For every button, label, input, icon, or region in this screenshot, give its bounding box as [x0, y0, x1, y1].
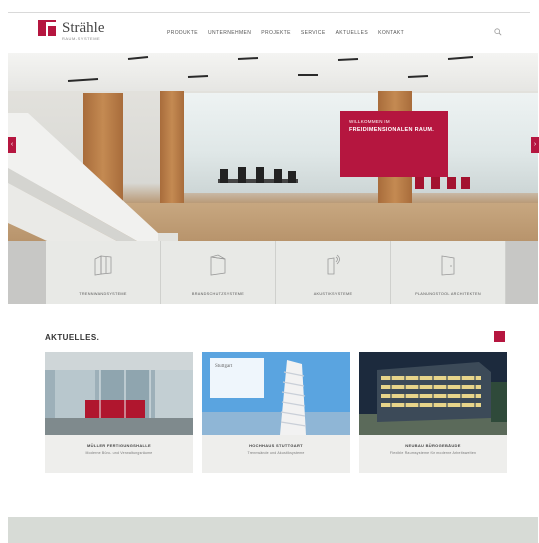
fire-door-icon	[210, 254, 226, 276]
search-icon[interactable]	[494, 28, 502, 36]
tile-akustiksysteme[interactable]: AKUSTIKSYSTEME	[276, 241, 391, 304]
hero-caption-line-2: FREIDIMENSIONALEN RAUM.	[349, 127, 435, 133]
hero-slider: WILLKOMMEN IM FREIDIMENSIONALEN RAUM.	[8, 53, 538, 241]
tile-brandschutzsysteme[interactable]: BRANDSCHUTZSYSTEME	[161, 241, 276, 304]
tile-label: AKUSTIKSYSTEME	[313, 292, 353, 296]
hero-caption-line-1: WILLKOMMEN IM	[349, 119, 390, 124]
nav-item-aktuelles[interactable]: AKTUELLES	[336, 30, 369, 36]
logo-mark-icon	[38, 20, 58, 38]
partition-wall-icon	[94, 255, 112, 276]
acoustic-panel-icon	[327, 254, 340, 275]
news-card[interactable]: NEUBAU BÜROGEBÄUDE Flexible Raumsysteme …	[359, 352, 507, 473]
news-card-overlay-text: Stuttgart	[215, 364, 233, 369]
brand-tagline: RAUM-SYSTEME	[62, 36, 101, 41]
nav-item-projekte[interactable]: PROJEKTE	[261, 30, 291, 36]
tile-trennwandsysteme[interactable]: TRENNWANDSYSTEME	[46, 241, 161, 304]
news-section-title: AKTUELLES.	[45, 333, 100, 342]
staircase	[8, 113, 178, 241]
tile-label: TRENNWANDSYSTEME	[79, 292, 127, 296]
news-card-subtitle: Trennwände und Akustiksysteme	[247, 451, 305, 455]
conference-table	[218, 167, 298, 183]
hero-ceiling-lights	[67, 56, 474, 82]
news-card-title: NEUBAU BÜROGEBÄUDE	[405, 443, 461, 448]
footer-band	[8, 517, 538, 543]
brand-logo[interactable]: Strähle RAUM-SYSTEME	[38, 20, 105, 41]
news-card[interactable]: Stuttgart HOCHHAUS STUTTGART Trennwände …	[202, 352, 350, 473]
nav-item-kontakt[interactable]: KONTAKT	[378, 30, 404, 36]
news-card-title: HOCHHAUS STUTTGART	[249, 443, 303, 448]
news-card-subtitle: Moderne Büro- und Verwaltungsräume	[85, 451, 153, 455]
chevron-left-icon: ‹	[10, 141, 14, 148]
main-nav: PRODUKTE UNTERNEHMEN PROJEKTE SERVICE AK…	[167, 30, 404, 36]
news-card-subtitle: Flexible Raumsysteme für moderne Arbeits…	[389, 451, 477, 455]
news-card-image	[359, 352, 507, 435]
tile-label: BRANDSCHUTZSYSTEME	[191, 292, 245, 296]
hero-caption-box[interactable]: WILLKOMMEN IM FREIDIMENSIONALEN RAUM.	[340, 111, 448, 177]
nav-item-service[interactable]: SERVICE	[301, 30, 326, 36]
news-card-title: MÜLLER FERTIGUNGSHALLE	[87, 443, 151, 448]
hero-next-button[interactable]: ›	[531, 137, 539, 153]
brand-name: Strähle	[62, 20, 105, 36]
nav-item-unternehmen[interactable]: UNTERNEHMEN	[208, 30, 251, 36]
news-card[interactable]: MÜLLER FERTIGUNGSHALLE Moderne Büro- und…	[45, 352, 193, 473]
tile-planungstool[interactable]: PLANUNGSTOOL ARCHITEKTEN	[391, 241, 506, 304]
chevron-right-icon: ›	[533, 141, 537, 148]
hero-prev-button[interactable]: ‹	[8, 137, 16, 153]
nav-item-produkte[interactable]: PRODUKTE	[167, 30, 198, 36]
tile-label: PLANUNGSTOOL ARCHITEKTEN	[415, 292, 481, 296]
news-card-image	[45, 352, 193, 435]
news-more-button[interactable]	[494, 331, 505, 342]
product-tiles: TRENNWANDSYSTEME BRANDSCHUTZSYSTEME AKUS…	[8, 241, 538, 304]
door-icon	[441, 255, 455, 276]
